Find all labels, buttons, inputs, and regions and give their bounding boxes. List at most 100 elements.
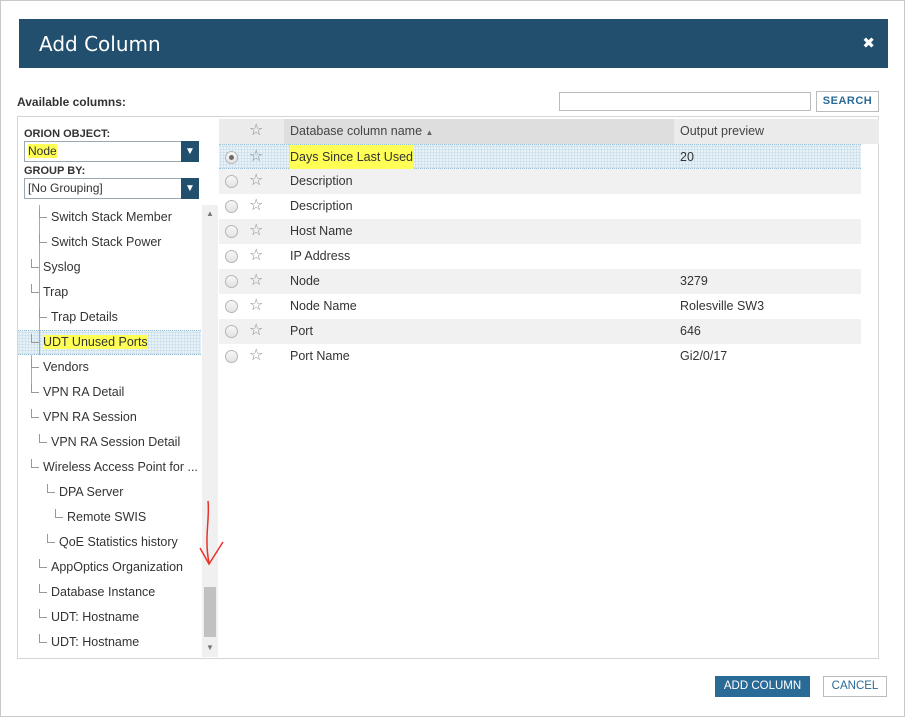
tree-item[interactable]: Syslog [31,255,81,280]
star-icon[interactable]: ☆ [249,347,263,365]
star-icon[interactable]: ☆ [249,247,263,265]
table-row[interactable]: ☆ IP Address [219,244,861,269]
preview-cell: 3279 [680,274,708,288]
tree-item-selected[interactable]: UDT Unused Ports [31,330,148,355]
star-icon[interactable]: ☆ [249,148,263,166]
chevron-down-icon[interactable]: ▼ [181,178,199,199]
group-by-select[interactable]: [No Grouping] ▼ [24,178,199,199]
tree-item[interactable]: Database Instance [39,580,155,605]
star-icon[interactable]: ☆ [249,297,263,315]
columns-grid: ☆ Database column name ▲ Output preview … [219,117,879,658]
sort-asc-icon: ▲ [425,128,434,137]
tree-item[interactable]: UDT: Hostname [39,630,139,655]
search-button[interactable]: SEARCH [816,91,879,112]
column-name-cell: Days Since Last Used [290,145,413,170]
table-row[interactable]: ☆ Description [219,194,861,219]
tree-scrollbar[interactable]: ▲ ▼ [202,205,218,657]
radio-button[interactable] [225,225,238,238]
radio-button[interactable] [225,200,238,213]
table-row[interactable]: ☆ Port 646 [219,319,861,344]
scroll-down-icon[interactable]: ▼ [202,641,218,655]
tree-connector-icon [31,384,39,393]
tree-connector-icon [31,334,39,343]
column-name-cell: Node [290,274,320,288]
column-name-cell: IP Address [290,249,351,263]
scroll-up-icon[interactable]: ▲ [202,207,218,221]
radio-button[interactable] [225,250,238,263]
orion-object-select[interactable]: Node ▼ [24,141,199,162]
star-icon[interactable]: ☆ [249,172,263,190]
tree-connector-icon [47,534,55,543]
columns-panel: ORION OBJECT: Node ▼ GROUP BY: [No Group… [17,116,879,659]
table-row[interactable]: ☆ Port Name Gi2/0/17 [219,344,861,369]
cancel-button[interactable]: CANCEL [823,676,887,697]
tree-item[interactable]: Switch Stack Power [39,230,161,255]
preview-cell: 20 [680,150,694,164]
radio-button[interactable] [225,275,238,288]
column-name-cell: Port [290,324,313,338]
tree-connector-icon [39,584,47,593]
scrollbar-thumb[interactable] [204,587,216,637]
tree-item[interactable]: Wireless Access Point for ... [31,455,198,480]
tree-connector-icon [31,409,39,418]
tree-item[interactable]: UDT: Hostname [39,605,139,630]
star-icon[interactable]: ☆ [249,197,263,215]
close-icon[interactable]: ✖ [862,34,875,52]
radio-button[interactable] [225,151,238,164]
tree-item[interactable]: Vendors [31,355,89,380]
column-name-cell: Host Name [290,224,353,238]
tree-connector-icon [39,609,47,618]
group-by-value: [No Grouping] [28,181,103,195]
preview-cell: 646 [680,324,701,338]
column-name-cell: Description [290,174,353,188]
tree-item[interactable]: AppOptics Organization [39,555,183,580]
tree-connector-icon [55,509,63,518]
group-by-label: GROUP BY: [24,165,86,177]
table-row[interactable]: ☆ Node Name Rolesville SW3 [219,294,861,319]
column-name-cell: Description [290,199,353,213]
table-row[interactable]: ☆ Days Since Last Used 20 [219,144,861,170]
tree-connector-icon [39,559,47,568]
tree-connector-icon [31,259,39,268]
table-row[interactable]: ☆ Description [219,169,861,194]
preview-cell: Gi2/0/17 [680,349,728,363]
tree-item[interactable]: QoE Statistics history [47,530,178,555]
star-icon[interactable]: ☆ [249,322,263,340]
tree-item[interactable]: Trap Details [39,305,118,330]
available-columns-label: Available columns: [17,95,126,109]
tree-item[interactable]: Switch Stack Member [39,205,172,230]
tree-connector-icon [39,234,47,243]
radio-button[interactable] [225,350,238,363]
tree-connector-icon [39,309,47,318]
add-column-button[interactable]: ADD COLUMN [715,676,810,697]
tree-item[interactable]: DPA Server [47,480,123,505]
radio-button[interactable] [225,325,238,338]
dialog-frame: Add Column ✖ Available columns: SEARCH O… [0,0,905,717]
tree-item[interactable]: VPN RA Session [31,405,137,430]
radio-button[interactable] [225,300,238,313]
orion-object-value: Node [28,144,57,158]
column-name-cell: Port Name [290,349,350,363]
orion-object-label: ORION OBJECT: [24,128,111,140]
tree-item[interactable]: VPN RA Session Detail [39,430,180,455]
tree-connector-icon [39,434,47,443]
table-row[interactable]: ☆ Host Name [219,219,861,244]
star-icon[interactable]: ☆ [249,272,263,290]
search-input[interactable] [559,92,811,111]
column-name-cell: Node Name [290,299,357,313]
column-header-name[interactable]: Database column name ▲ [290,119,433,145]
table-row[interactable]: ☆ Node 3279 [219,269,861,294]
tree-connector-icon [39,209,47,218]
tree-item[interactable]: VPN RA Detail [31,380,124,405]
radio-button[interactable] [225,175,238,188]
tree-item[interactable]: Trap [31,280,68,305]
star-icon[interactable]: ☆ [249,222,263,240]
tree-connector-icon [31,459,39,468]
preview-cell: Rolesville SW3 [680,299,765,313]
star-icon[interactable]: ☆ [249,122,263,140]
tree-connector-icon [47,484,55,493]
tree-connector-icon [31,284,39,293]
column-header-preview[interactable]: Output preview [680,119,764,144]
chevron-down-icon[interactable]: ▼ [181,141,199,162]
tree-item[interactable]: Remote SWIS [55,505,146,530]
